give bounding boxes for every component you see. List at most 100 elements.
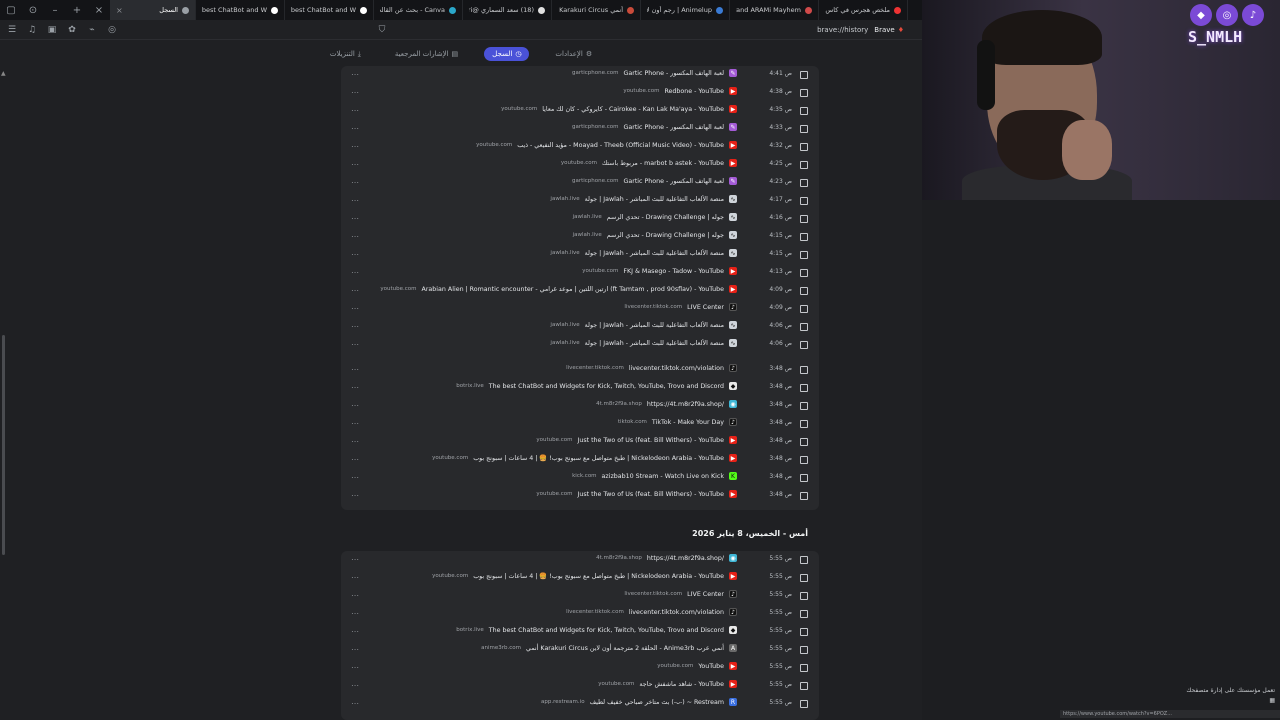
- more-actions-icon[interactable]: ⋯: [351, 681, 359, 690]
- entry-checkbox[interactable]: [800, 233, 808, 241]
- entry-title[interactable]: شاهد ماشفش حاجة - YouTube: [639, 681, 724, 688]
- history-entry-link[interactable]: youtube.com كايروكي - كان لك معايا - Cair…: [501, 105, 737, 113]
- brave-lion-icon[interactable]: ♦: [898, 26, 904, 34]
- more-actions-icon[interactable]: ⋯: [351, 365, 359, 374]
- entry-title[interactable]: مربوط باستك - marbot b astek - YouTube: [602, 160, 724, 167]
- more-actions-icon[interactable]: ⋯: [351, 340, 359, 349]
- history-row[interactable]: ⋯ youtube.com طبخ متواصل مع سبونج بوب! 🍔 |…: [341, 569, 819, 587]
- history-entry-link[interactable]: livecenter.tiktok.com livecenter.tiktok.c…: [566, 364, 737, 372]
- more-actions-icon[interactable]: ⋯: [351, 70, 359, 79]
- history-entry-link[interactable]: garticphone.com Gartic Phone - لعبة الهات…: [572, 69, 737, 77]
- history-row[interactable]: ⋯ kick.com azizbab10 Stream - Watch Live o…: [341, 469, 819, 487]
- entry-checkbox[interactable]: [800, 125, 808, 133]
- more-actions-icon[interactable]: ⋯: [351, 591, 359, 600]
- history-row[interactable]: ⋯ youtube.com مربوط باستك - marbot b astek…: [341, 156, 819, 174]
- entry-title[interactable]: azizbab10 Stream - Watch Live on Kick: [602, 473, 724, 480]
- entry-title[interactable]: أنمي Karakuri Circus الحلقة 2 مترجمة أون…: [526, 645, 724, 652]
- more-actions-icon[interactable]: ⋯: [351, 573, 359, 582]
- browser-tab[interactable]: The best ChatBot and W: [196, 0, 285, 20]
- entry-title[interactable]: Arabian Alien | Romantic encounter - ارت…: [422, 286, 724, 293]
- more-actions-icon[interactable]: ⋯: [351, 699, 359, 708]
- history-row[interactable]: ⋯ youtube.com Just the Two of Us (feat. Bi…: [341, 487, 819, 505]
- entry-title[interactable]: Gartic Phone - لعبة الهاتف المكسور: [624, 178, 725, 185]
- more-actions-icon[interactable]: ⋯: [351, 142, 359, 151]
- entry-title[interactable]: The best ChatBot and Widgets for Kick, T…: [489, 383, 724, 390]
- more-actions-icon[interactable]: ⋯: [351, 250, 359, 259]
- browser-tab[interactable]: × السجل: [110, 0, 196, 20]
- history-row[interactable]: ⋯ jawlah.live جولة | Jawlah - منصة الألعاب…: [341, 192, 819, 210]
- more-actions-icon[interactable]: ⋯: [351, 286, 359, 295]
- managed-browser-notice[interactable]: تعمل مؤسستك على إدارة متصفحك ▦: [1180, 686, 1275, 706]
- history-entry-link[interactable]: livecenter.tiktok.com livecenter.tiktok.c…: [566, 608, 737, 616]
- history-row[interactable]: ⋯ 4t.m8r2f9a.shop https://4t.m8r2f9a.shop/…: [341, 551, 819, 569]
- entry-title[interactable]: Just the Two of Us (feat. Bill Withers) …: [577, 437, 724, 444]
- entry-checkbox[interactable]: [800, 305, 808, 313]
- entry-checkbox[interactable]: [800, 287, 808, 295]
- history-entry-link[interactable]: 4t.m8r2f9a.shop https://4t.m8r2f9a.shop/ ◉: [596, 400, 737, 408]
- entry-title[interactable]: طبخ متواصل مع سبونج بوب! 🍔 | 4 ساعات | س…: [473, 572, 724, 580]
- more-actions-icon[interactable]: ⋯: [351, 555, 359, 564]
- history-entry-link[interactable]: tiktok.com TikTok - Make Your Day ♪: [618, 418, 737, 426]
- entry-checkbox[interactable]: [800, 71, 808, 79]
- entry-title[interactable]: Just the Two of Us (feat. Bill Withers) …: [577, 491, 724, 498]
- entry-checkbox[interactable]: [800, 592, 808, 600]
- more-actions-icon[interactable]: ⋯: [351, 196, 359, 205]
- browser-tab[interactable]: Animelup | رجم أون لاين: [641, 0, 730, 20]
- more-actions-icon[interactable]: ⋯: [351, 160, 359, 169]
- entry-checkbox[interactable]: [800, 574, 808, 582]
- more-actions-icon[interactable]: ⋯: [351, 419, 359, 428]
- more-actions-icon[interactable]: ⋯: [351, 437, 359, 446]
- entry-title[interactable]: تحدي الرسم - Drawing Challenge | جوله: [607, 232, 724, 239]
- history-row[interactable]: ⋯ tiktok.com TikTok - Make Your Day ♪ 3:48 ص: [341, 415, 819, 433]
- history-row[interactable]: ⋯ jawlah.live جولة | Jawlah - منصة الألعاب…: [341, 318, 819, 336]
- history-row[interactable]: ⋯ jawlah.live تحدي الرسم - Drawing Challen…: [341, 228, 819, 246]
- more-actions-icon[interactable]: ⋯: [351, 645, 359, 654]
- browser-tab[interactable]: The best ChatBot and W: [285, 0, 374, 20]
- media-icon[interactable]: ♫: [26, 25, 38, 35]
- history-entry-link[interactable]: anime3rb.com أنمي Karakuri Circus الحلقة …: [481, 644, 737, 652]
- entry-checkbox[interactable]: [800, 366, 808, 374]
- entry-title[interactable]: Gartic Phone - لعبة الهاتف المكسور: [624, 70, 725, 77]
- more-actions-icon[interactable]: ⋯: [351, 491, 359, 500]
- entry-checkbox[interactable]: [800, 438, 808, 446]
- entry-title[interactable]: طبخ متواصل مع سبونج بوب! 🍔 | 4 ساعات | س…: [473, 454, 724, 462]
- entry-title[interactable]: livecenter.tiktok.com/violation: [629, 609, 724, 616]
- browser-tab[interactable]: Canva - بحث عن القالب: [374, 0, 463, 20]
- history-entry-link[interactable]: youtube.com Redbone - YouTube ▶: [623, 87, 737, 95]
- entry-title[interactable]: LIVE Center: [687, 304, 724, 311]
- history-entry-link[interactable]: botrix.live The best ChatBot and Widgets …: [456, 626, 737, 634]
- new-tab-icon[interactable]: +: [66, 0, 88, 20]
- history-row[interactable]: ⋯ jawlah.live جولة | Jawlah - منصة الألعاب…: [341, 246, 819, 264]
- entry-checkbox[interactable]: [800, 215, 808, 223]
- history-entry-link[interactable]: jawlah.live جولة | Jawlah - منصة الألعاب …: [550, 249, 737, 257]
- more-actions-icon[interactable]: ⋯: [351, 268, 359, 277]
- extensions-icon[interactable]: ✿: [66, 25, 78, 35]
- entry-checkbox[interactable]: [800, 610, 808, 618]
- entry-checkbox[interactable]: [800, 628, 808, 636]
- entry-checkbox[interactable]: [800, 556, 808, 564]
- history-row[interactable]: ⋯ livecenter.tiktok.com livecenter.tiktok.…: [341, 605, 819, 623]
- history-row[interactable]: ⋯ livecenter.tiktok.com livecenter.tiktok.…: [341, 361, 819, 379]
- entry-checkbox[interactable]: [800, 646, 808, 654]
- more-actions-icon[interactable]: ⋯: [351, 124, 359, 133]
- entry-checkbox[interactable]: [800, 269, 808, 277]
- history-entry-link[interactable]: youtube.com مؤيد النفيعي - ذيب - Moayad -…: [476, 141, 737, 149]
- history-row[interactable]: ⋯ app.restream.io بث متاخر صباحي خفيف لطيف…: [341, 695, 819, 713]
- entry-checkbox[interactable]: [800, 323, 808, 331]
- history-row[interactable]: ⋯ youtube.com Arabian Alien | Romantic enc…: [341, 282, 819, 300]
- more-actions-icon[interactable]: ⋯: [351, 663, 359, 672]
- browser-tab[interactable]: (18) سعد السماري @sari: [463, 0, 552, 20]
- browser-tab[interactable]: ملخص هجرس في كاس: [819, 0, 908, 20]
- entry-checkbox[interactable]: [800, 197, 808, 205]
- history-row[interactable]: ⋯ youtube.com طبخ متواصل مع سبونج بوب! 🍔 |…: [341, 451, 819, 469]
- history-row[interactable]: ⋯ botrix.live The best ChatBot and Widgets…: [341, 379, 819, 397]
- close-tab-icon[interactable]: ×: [116, 6, 123, 15]
- entry-title[interactable]: YouTube: [698, 663, 724, 670]
- history-entry-link[interactable]: youtube.com مربوط باستك - marbot b astek …: [561, 159, 737, 167]
- history-entry-link[interactable]: youtube.com طبخ متواصل مع سبونج بوب! 🍔 | …: [432, 454, 737, 462]
- history-entry-link[interactable]: livecenter.tiktok.com LIVE Center ♪: [624, 590, 737, 598]
- history-entry-link[interactable]: jawlah.live جولة | Jawlah - منصة الألعاب …: [550, 195, 737, 203]
- history-row[interactable]: ⋯ jawlah.live تحدي الرسم - Drawing Challen…: [341, 210, 819, 228]
- entry-title[interactable]: بث متاخر صباحي خفيف لطيف (-ᴗ-) ~ Restrea…: [590, 699, 724, 706]
- entry-title[interactable]: جولة | Jawlah - منصة الألعاب التفاعلية ل…: [585, 196, 724, 203]
